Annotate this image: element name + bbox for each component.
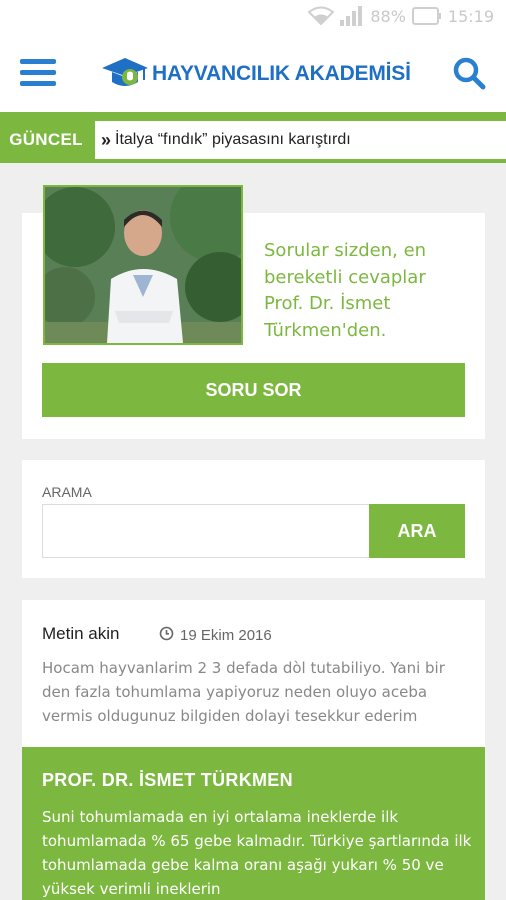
- search-label: ARAMA: [42, 484, 92, 500]
- search-submit-button[interactable]: ARA: [369, 504, 465, 558]
- clock-icon: [159, 626, 174, 645]
- professor-photo: [43, 185, 243, 345]
- question-text: Hocam hayvanlarim 2 3 defada dòl tutabil…: [42, 659, 445, 725]
- news-ticker: GÜNCEL » İtalya “fındık” piyasasını karı…: [0, 117, 506, 163]
- qa-card[interactable]: Metin akin 19 Ekim 2016 Hocam hayvanlari…: [22, 600, 485, 900]
- question-author: Metin akin: [42, 624, 120, 643]
- hamburger-menu-icon[interactable]: [20, 59, 56, 89]
- answer-block: PROF. DR. İSMET TÜRKMEN Suni tohumlamada…: [22, 747, 485, 900]
- ask-question-button[interactable]: SORU SOR: [42, 363, 465, 417]
- logo[interactable]: HAYVANCILIK AKADEMİSİ: [100, 54, 411, 94]
- ticker-headline: İtalya “fındık” piyasasını karıştırdı: [115, 131, 351, 148]
- ticker-label: GÜNCEL: [9, 130, 83, 149]
- search-icon[interactable]: [452, 56, 488, 92]
- status-icons: 88% 15:19: [308, 6, 494, 26]
- ticker-headline-link[interactable]: » İtalya “fındık” piyasasını karıştırdı: [95, 121, 506, 159]
- battery-percent: 88%: [370, 6, 406, 26]
- search-input[interactable]: [42, 504, 370, 558]
- question-date: 19 Ekim 2016: [159, 626, 272, 645]
- question-date-text: 19 Ekim 2016: [180, 627, 272, 644]
- logo-text: HAYVANCILIK AKADEMİSİ: [152, 62, 411, 85]
- ask-question-card: Sorular sizden, en bereketli cevaplar Pr…: [22, 185, 485, 439]
- double-chevron-right-icon: »: [101, 129, 112, 150]
- answer-author: PROF. DR. İSMET TÜRKMEN: [42, 770, 293, 790]
- signal-icon: [340, 6, 364, 26]
- logo-cap-icon: [100, 52, 150, 96]
- ask-intro-text: Sorular sizden, en bereketli cevaplar Pr…: [264, 240, 427, 341]
- wifi-icon: [308, 6, 335, 26]
- battery-icon: [411, 7, 442, 25]
- search-card: ARAMA ARA: [22, 460, 485, 578]
- app-header: HAYVANCILIK AKADEMİSİ: [0, 36, 506, 112]
- clock-time: 15:19: [447, 6, 494, 26]
- status-bar: 88% 15:19: [0, 0, 506, 36]
- answer-text: Suni tohumlamada en iyi ortalama inekler…: [42, 808, 472, 898]
